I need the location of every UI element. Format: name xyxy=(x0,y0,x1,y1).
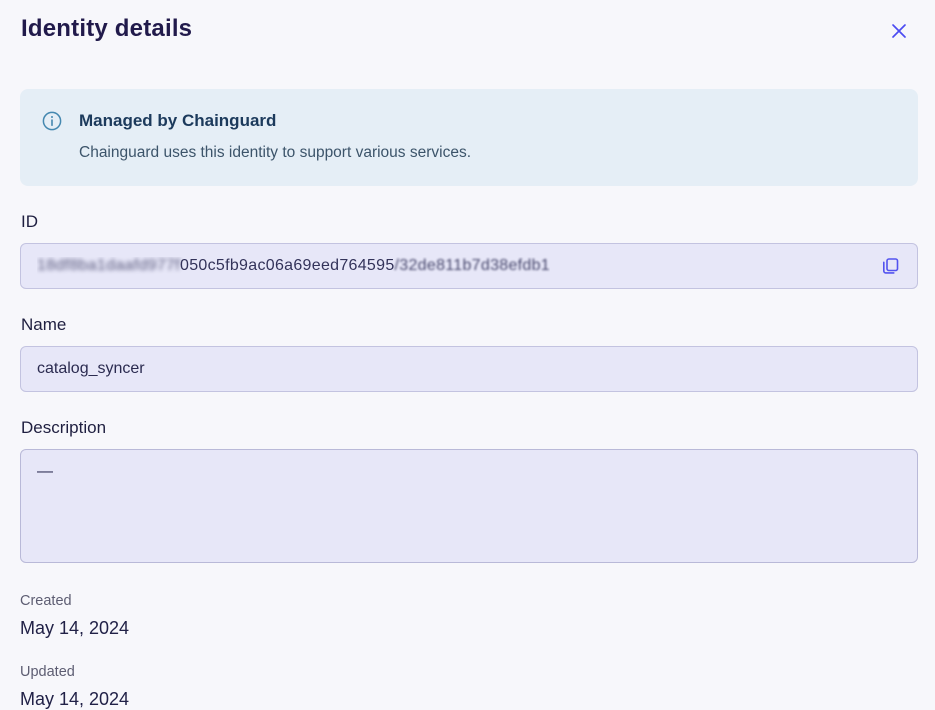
created-value: May 14, 2024 xyxy=(20,617,918,639)
updated-value: May 14, 2024 xyxy=(20,688,918,710)
banner-text: Chainguard uses this identity to support… xyxy=(79,143,471,163)
copy-icon xyxy=(880,265,901,280)
id-value-redacted-right: /32de811b7d38efdb1 xyxy=(395,257,550,274)
identity-details-panel: Identity details Managed by Chainguard C… xyxy=(0,0,935,701)
created-label: Created xyxy=(20,592,918,610)
banner-title: Managed by Chainguard xyxy=(79,110,471,132)
banner-body: Managed by Chainguard Chainguard uses th… xyxy=(79,110,471,163)
description-input[interactable]: — xyxy=(20,449,918,563)
id-label: ID xyxy=(21,212,918,232)
id-field[interactable]: 18df8ba1daafd977f050c5fb9ac06a69eed76459… xyxy=(20,243,918,289)
id-value-redacted-left: 18df8ba1daafd977f xyxy=(37,257,180,274)
managed-banner: Managed by Chainguard Chainguard uses th… xyxy=(20,89,918,186)
panel-header: Identity details xyxy=(0,0,935,45)
close-button[interactable] xyxy=(885,17,913,45)
page-title: Identity details xyxy=(21,14,192,44)
panel-content: Managed by Chainguard Chainguard uses th… xyxy=(0,89,935,710)
id-value: 18df8ba1daafd977f050c5fb9ac06a69eed76459… xyxy=(37,257,550,275)
description-label: Description xyxy=(21,418,918,438)
id-value-clear: 050c5fb9ac06a69eed764595 xyxy=(180,257,395,274)
copy-id-button[interactable] xyxy=(876,252,905,281)
close-icon xyxy=(889,29,909,44)
updated-label: Updated xyxy=(20,663,918,681)
name-label: Name xyxy=(21,315,918,335)
name-input[interactable] xyxy=(20,346,918,392)
info-icon xyxy=(42,111,62,163)
